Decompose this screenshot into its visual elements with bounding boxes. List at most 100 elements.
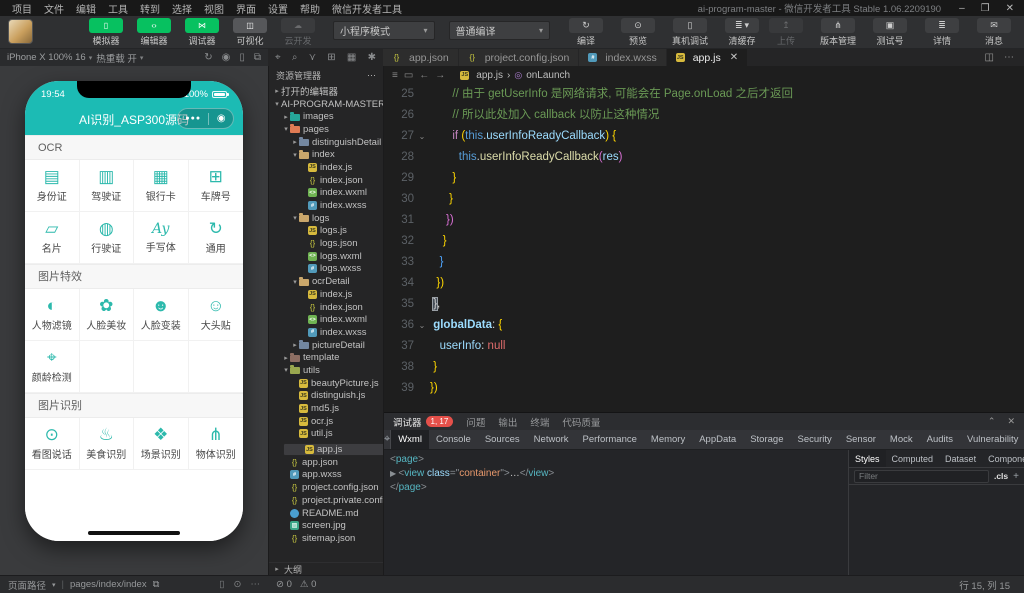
tree-item-ocrDetail[interactable]: ▾ ocrDetail (269, 275, 383, 288)
image-preview-icon[interactable]: ▦ (347, 52, 356, 63)
action-测试号[interactable]: ▣ 测试号 (868, 18, 912, 47)
fold-icon[interactable]: ⌄ (414, 315, 430, 336)
devtools-tab-Wxml[interactable]: Wxml (391, 430, 429, 449)
feature-名片[interactable]: ▱ 名片 (25, 212, 80, 264)
feature-通用[interactable]: ↻ 通用 (188, 212, 243, 264)
feature-人脸变装[interactable]: ☻ 人脸变装 (134, 289, 189, 341)
menu-item[interactable]: 视图 (198, 1, 230, 16)
tree-item-pages[interactable]: ▾ pages (269, 123, 383, 136)
tree-item-beautyPicture.js[interactable]: JS beautyPicture.js (269, 377, 383, 390)
feature-颜龄检测[interactable]: ⌖ 颜龄检测 (25, 341, 80, 393)
panel-tab-输出[interactable]: 输出 (498, 415, 517, 429)
record-icon[interactable]: ◉ (222, 52, 231, 63)
feature-车牌号[interactable]: ⊞ 车牌号 (188, 160, 243, 212)
tab-index.wxss[interactable]: # index.wxss (579, 49, 667, 66)
menu-item[interactable]: 项目 (6, 1, 38, 16)
tree-item-index.json[interactable]: {} index.json (269, 301, 383, 314)
devtools-tab-Memory[interactable]: Memory (644, 430, 692, 449)
tree-item-ocr.js[interactable]: JS ocr.js (269, 415, 383, 428)
preview-eye-icon[interactable]: ⊙ (234, 579, 242, 590)
styles-tab-Styles[interactable]: Styles (849, 450, 886, 467)
locate-file-icon[interactable]: ⌖ (275, 52, 281, 63)
feature-行驶证[interactable]: ◍ 行驶证 (79, 212, 134, 264)
devtools-tab-Sources[interactable]: Sources (478, 430, 527, 449)
wxml-node[interactable]: <page> (390, 453, 842, 467)
device-frame-icon[interactable]: ▯ (239, 52, 245, 63)
tree-item-template[interactable]: ▸ template (269, 351, 383, 364)
tree-item-app.wxss[interactable]: # app.wxss (269, 469, 383, 482)
nav-forward-icon[interactable]: → (435, 70, 445, 81)
tab-app.json[interactable]: {} app.json (383, 49, 459, 66)
devtools-tab-Sensor[interactable]: Sensor (839, 430, 883, 449)
feature-驾驶证[interactable]: ▥ 驾驶证 (79, 160, 134, 212)
feature-人物滤镜[interactable]: ◐ 人物滤镜 (25, 289, 80, 341)
feature-身份证[interactable]: ▤ 身份证 (25, 160, 80, 212)
device-select[interactable]: iPhone X 100% 16 ▾ (7, 52, 92, 63)
outline-section[interactable]: ▸ 大纲 (269, 562, 383, 575)
menu-item[interactable]: 微信开发者工具 (326, 1, 408, 16)
devtools-tab-Console[interactable]: Console (429, 430, 478, 449)
feature-美食识别[interactable]: ♨ 美食识别 (79, 418, 134, 470)
tree-item-README.md[interactable]: README.md (269, 507, 383, 520)
collapse-panel-icon[interactable]: ⌃ (988, 416, 996, 427)
tree-item-index.wxss[interactable]: # index.wxss (269, 199, 383, 212)
menu-item[interactable]: 编辑 (70, 1, 102, 16)
bookmark-icon[interactable]: ▭ (404, 70, 413, 81)
devtools-tab-Network[interactable]: Network (527, 430, 576, 449)
devtools-tab-Security[interactable]: Security (790, 430, 838, 449)
action-真机调试[interactable]: ▯ 真机调试 (668, 18, 712, 47)
feature-看图说话[interactable]: ⊙ 看图说话 (25, 418, 80, 470)
cursor-position[interactable]: 行 15, 列 15 (959, 578, 1010, 592)
page-path-label[interactable]: 页面路径 (8, 578, 46, 592)
action-编译[interactable]: ↻ 编译 (564, 18, 608, 47)
styles-tab-Computed[interactable]: Computed (886, 450, 940, 467)
tree-item-md5.js[interactable]: JS md5.js (269, 402, 383, 415)
tree-item-logs[interactable]: ▾ logs (269, 212, 383, 225)
panel-tab-问题[interactable]: 问题 (466, 415, 485, 429)
tree-item-distinguish.js[interactable]: JS distinguish.js (269, 390, 383, 403)
more-icon[interactable]: ⋯ (1004, 52, 1014, 63)
feature-手写体[interactable]: Ay 手写体 (134, 212, 189, 264)
rotate-icon[interactable]: ↻ (204, 52, 212, 63)
toggle-编辑器[interactable]: ‹› 编辑器 (133, 18, 175, 47)
menu-item[interactable]: 设置 (262, 1, 294, 16)
tree-item-pictureDetail[interactable]: ▸ pictureDetail (269, 339, 383, 352)
code-area[interactable]: 25 26 27 ⌄ 28 29 30 31 32 33 34 35 36 ⌄ 37 38 39 // 由于 g… (384, 84, 1024, 412)
tree-item-images[interactable]: ▸ images (269, 110, 383, 123)
multi-window-icon[interactable]: ⧉ (254, 52, 261, 63)
tree-item-index.wxml[interactable]: <> index.wxml (269, 313, 383, 326)
user-avatar[interactable] (8, 19, 33, 44)
tree-item-utils[interactable]: ▾ utils (269, 364, 383, 377)
menu-item[interactable]: 帮助 (294, 1, 326, 16)
toggle-调试器[interactable]: ⋈ 调试器 (181, 18, 223, 47)
minimize-button[interactable]: – (959, 3, 965, 14)
npm-grid-icon[interactable]: ⊞ (327, 52, 335, 63)
tree-item-AI-PROGRAM-MASTER[interactable]: ▾ AI-PROGRAM-MASTER (269, 98, 383, 111)
search-icon[interactable]: ⌕ (292, 52, 298, 63)
close-button[interactable]: ✕ (1006, 3, 1014, 14)
devtools-tab-Vulnerability[interactable]: Vulnerability (960, 430, 1024, 449)
menu-item[interactable]: 文件 (38, 1, 70, 16)
feature-人脸美妆[interactable]: ✿ 人脸美妆 (79, 289, 134, 341)
panel-tab-终端[interactable]: 终端 (530, 415, 549, 429)
menu-item[interactable]: 转到 (134, 1, 166, 16)
tree-item-index.js[interactable]: JS index.js (269, 288, 383, 301)
styles-tab-Component Data[interactable]: Component Data (982, 450, 1024, 467)
tree-item-screen.jpg[interactable]: ▨ screen.jpg (269, 519, 383, 532)
problems-summary[interactable]: ⊘ 0 ⚠ 0 (268, 579, 383, 590)
tree-item-index.js[interactable]: JS index.js (269, 161, 383, 174)
feature-大头贴[interactable]: ☺ 大头贴 (188, 289, 243, 341)
maximize-button[interactable]: ❐ (981, 3, 990, 14)
action-上传[interactable]: ↥ 上传 (764, 18, 808, 47)
menu-dots-icon[interactable]: ●●● (185, 115, 201, 122)
mode-select[interactable]: 小程序模式 ▾ (333, 21, 435, 40)
tab-project.config.json[interactable]: {} project.config.json (458, 49, 580, 66)
copy-path-icon[interactable]: ⧉ (153, 579, 160, 590)
more-icon[interactable]: ⋯ (367, 70, 376, 81)
close-panel-icon[interactable]: ✕ (1007, 416, 1015, 427)
fold-icon[interactable]: ⌄ (414, 126, 430, 147)
tree-item-project.private.config.js…[interactable]: {}project.private.config.js… (269, 494, 383, 507)
feature-银行卡[interactable]: ▦ 银行卡 (134, 160, 189, 212)
panel-tab-代码质量[interactable]: 代码质量 (562, 415, 600, 429)
add-style-icon[interactable]: + (1013, 471, 1019, 482)
